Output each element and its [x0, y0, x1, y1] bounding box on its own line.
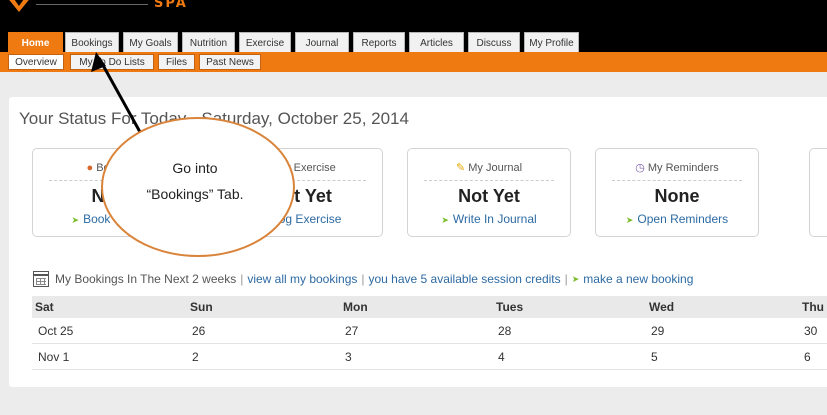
sub-nav: Overview My To Do Lists Files Past News — [0, 52, 827, 72]
subtab-past-news[interactable]: Past News — [199, 54, 261, 70]
page-title: Your Status For Today - Saturday, Octobe… — [19, 109, 409, 128]
tab-my-profile[interactable]: My Profile — [524, 32, 579, 53]
view-all-bookings-link[interactable]: view all my bookings — [247, 272, 357, 286]
tab-discuss[interactable]: Discuss — [468, 32, 520, 53]
bookings-intro: My Bookings In The Next 2 weeks — [55, 272, 237, 286]
journal-card: ✎ My Journal Not Yet ➤ Write In Journal — [407, 148, 571, 237]
day-header: Sun — [190, 300, 213, 314]
new-booking-link[interactable]: make a new booking — [583, 272, 693, 286]
tab-reports[interactable]: Reports — [353, 32, 405, 53]
calendar-icon — [33, 271, 49, 287]
date-cell[interactable]: 6 — [804, 344, 811, 369]
tab-nutrition[interactable]: Nutrition — [182, 32, 235, 53]
arrow-right-icon: ➤ — [260, 215, 269, 225]
subtab-files[interactable]: Files — [158, 54, 195, 70]
log-exercise-link[interactable]: ➤ Log Exercise — [220, 212, 382, 226]
card-label: My Journal — [468, 162, 523, 174]
date-cell[interactable]: 3 — [345, 344, 352, 369]
day-header: Thu — [802, 300, 824, 314]
main-nav: Home Bookings My Goals Nutrition Exercis… — [0, 30, 827, 53]
bookings-calendar: Sat Sun Mon Tues Wed Thu Oct 25 26 27 28… — [32, 296, 827, 370]
clock-icon: ◷ — [635, 162, 645, 174]
date-cell[interactable]: 4 — [498, 344, 505, 369]
tab-my-goals[interactable]: My Goals — [123, 32, 178, 53]
tab-bookings[interactable]: Bookings — [65, 32, 119, 53]
logo-text: SPA — [154, 0, 188, 11]
arrow-right-icon: ➤ — [441, 215, 449, 225]
tab-journal[interactable]: Journal — [295, 32, 349, 53]
day-header: Sat — [35, 300, 54, 314]
card-label: My Reminders — [647, 162, 719, 174]
tab-articles[interactable]: Articles — [409, 32, 464, 53]
partial-card — [809, 148, 827, 237]
date-cell[interactable]: 30 — [804, 318, 817, 343]
subtab-overview[interactable]: Overview — [8, 54, 64, 70]
callout-line-2: “Bookings” Tab. — [146, 186, 244, 202]
subtab-todo-lists[interactable]: My To Do Lists — [70, 54, 154, 70]
calendar-header-row: Sat Sun Mon Tues Wed Thu — [32, 296, 827, 318]
tab-exercise[interactable]: Exercise — [239, 32, 291, 53]
date-cell[interactable]: 27 — [345, 318, 358, 343]
apple-icon: ● — [86, 162, 94, 174]
date-cell[interactable]: 26 — [192, 318, 205, 343]
arrow-right-icon: ➤ — [571, 273, 580, 284]
open-reminders-link[interactable]: ➤ Open Reminders — [596, 212, 758, 226]
calendar-week-row: Oct 25 26 27 28 29 30 — [32, 318, 827, 344]
card-value: Not Yet — [458, 186, 520, 206]
book-session-link[interactable]: ➤ Book Session — [33, 212, 195, 226]
arrow-right-icon: ➤ — [71, 215, 80, 225]
write-journal-link[interactable]: ➤ Write In Journal — [408, 212, 570, 226]
date-cell[interactable]: Nov 1 — [38, 344, 69, 369]
pencil-icon: ✎ — [455, 162, 466, 174]
logo-divider — [36, 4, 148, 5]
calendar-week-row: Nov 1 2 3 4 5 6 — [32, 344, 827, 370]
top-header: SPA — [0, 0, 827, 30]
bookings-summary: My Bookings In The Next 2 weeks | view a… — [33, 271, 693, 287]
day-header: Wed — [649, 300, 675, 314]
callout-text: Go into “Bookings” Tab. — [105, 155, 285, 207]
reminders-card: ◷ My Reminders None ➤ Open Reminders — [595, 148, 759, 237]
date-cell[interactable]: 29 — [651, 318, 664, 343]
date-cell[interactable]: 2 — [192, 344, 199, 369]
callout-line-1: Go into — [172, 160, 218, 176]
arrow-right-icon: ➤ — [625, 215, 634, 225]
card-value: None — [654, 186, 700, 206]
day-header: Mon — [343, 300, 368, 314]
tab-home[interactable]: Home — [8, 32, 63, 53]
session-credits-link[interactable]: you have 5 available session credits — [369, 272, 561, 286]
date-cell[interactable]: 28 — [498, 318, 511, 343]
date-cell[interactable]: Oct 25 — [38, 318, 73, 343]
day-header: Tues — [496, 300, 524, 314]
logo-icon — [9, 0, 29, 12]
date-cell[interactable]: 5 — [651, 344, 658, 369]
